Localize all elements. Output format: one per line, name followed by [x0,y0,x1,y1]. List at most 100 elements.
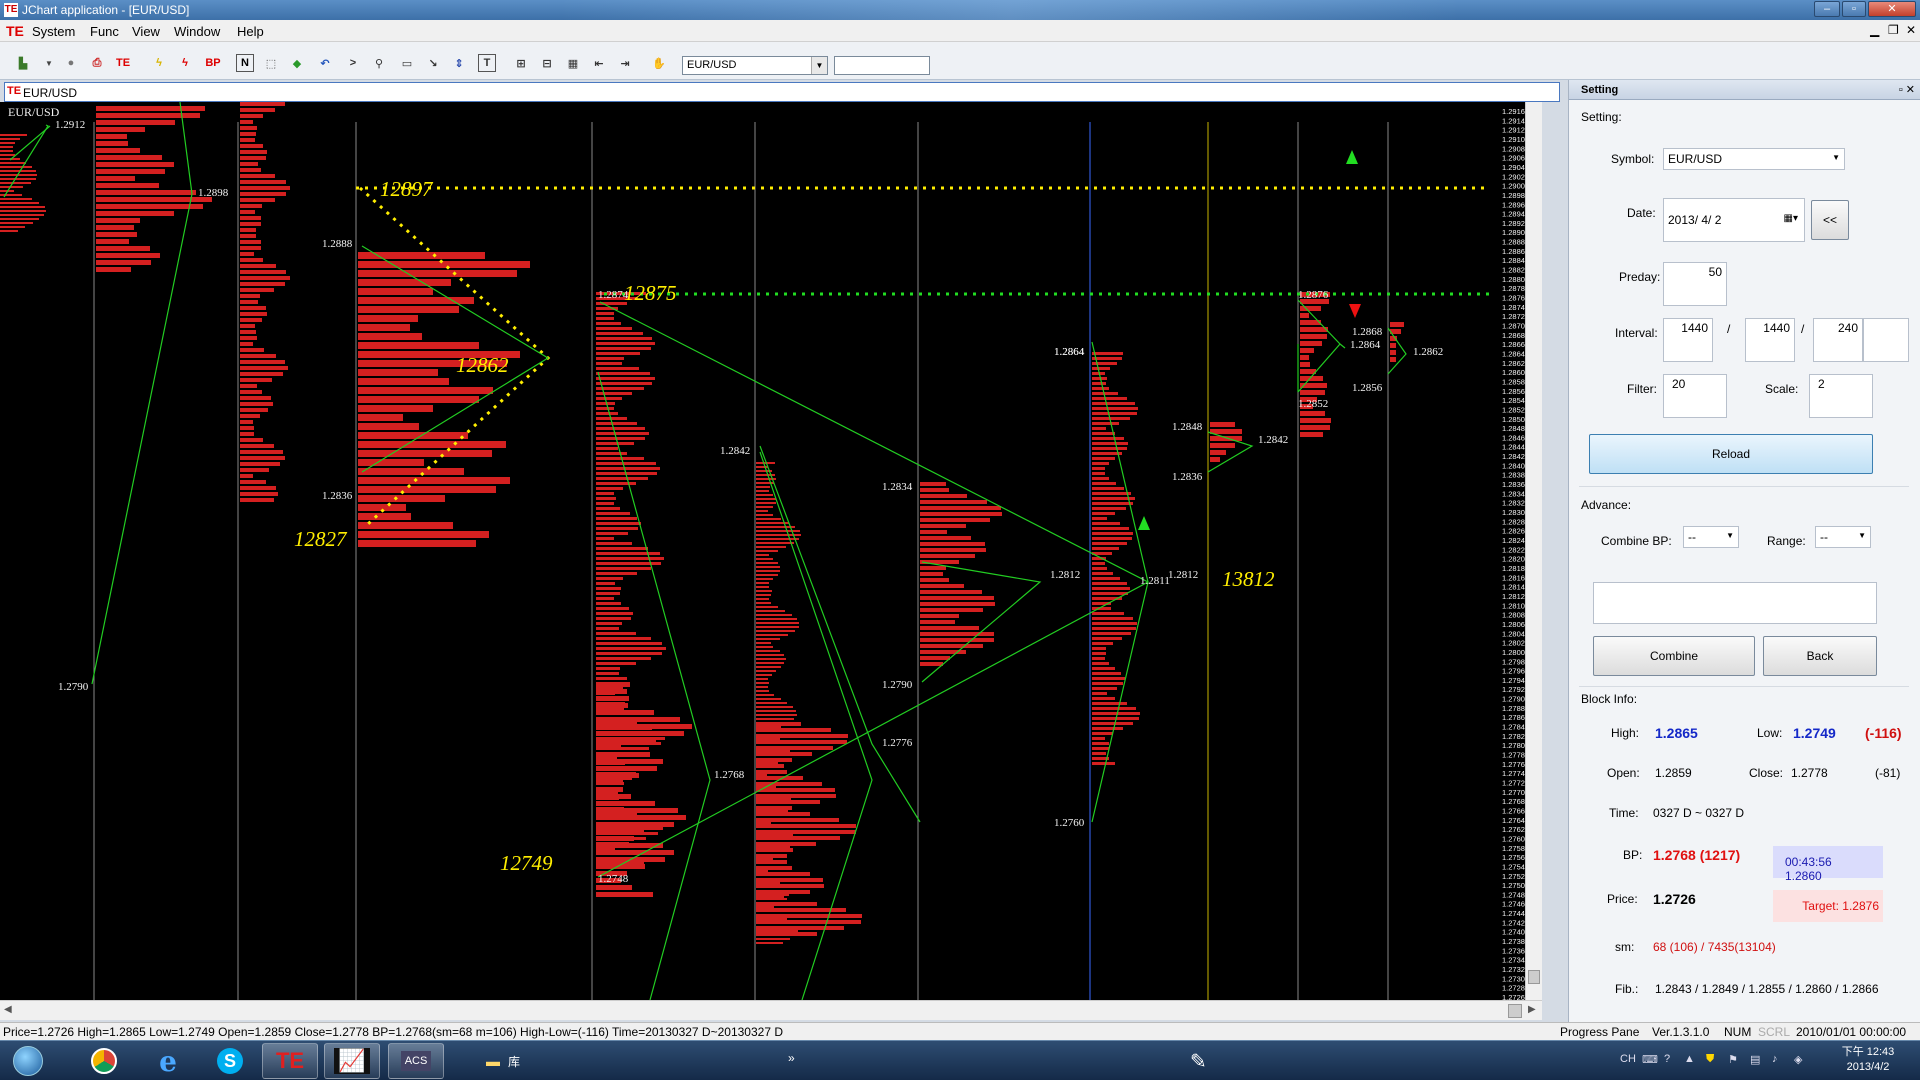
volume-icon[interactable]: ♪ [1772,1053,1778,1065]
menu-window[interactable]: Window [174,24,220,39]
tpo-profile-row [240,408,268,412]
combine-bp-select[interactable]: -- ▼ [1683,526,1739,548]
scale-input[interactable]: 2 [1809,374,1873,418]
axis-tick-label: 1.2754 [1502,862,1525,871]
cube-icon[interactable]: ◆ [288,54,306,72]
menu-system[interactable]: System [32,24,75,39]
mdi-app-icon[interactable]: TE [6,23,24,39]
menu-func[interactable]: Func [90,24,119,39]
menu-view[interactable]: View [132,24,160,39]
vertical-scrollbar[interactable] [1525,102,1542,1000]
taskbar-acs-app[interactable]: ACS [388,1043,444,1079]
taskbar-ie[interactable]: e [140,1043,196,1079]
flag-icon[interactable]: ⚑ [1728,1053,1738,1066]
combine-button[interactable]: Combine [1593,636,1755,676]
te-logo-icon[interactable]: TE [114,54,132,72]
bp-icon[interactable]: BP [202,54,224,72]
maximize-button[interactable]: ▫ [1842,1,1866,17]
scroll-left-icon[interactable]: ⇤ [590,54,608,72]
trendline-icon[interactable]: ↘ [424,54,442,72]
menu-help[interactable]: Help [237,24,264,39]
scroll-right-icon[interactable]: ⇥ [616,54,634,72]
interval-1-input[interactable]: 1440 [1663,318,1713,362]
minus-icon[interactable]: ⊟ [538,54,556,72]
tpo-profile-row [596,780,623,785]
lightning-yellow-icon[interactable]: ϟ [150,54,168,72]
symbol-select[interactable]: EUR/USD ▼ [682,56,828,75]
document-icon: TE [7,85,22,97]
filter-input[interactable]: 20 [1663,374,1727,418]
hand-icon[interactable]: ✋ [650,54,668,72]
scroll-left-arrow-icon[interactable]: ◀ [4,1004,12,1015]
tpo-profile-row [1092,642,1113,645]
panel-pin-close-icon[interactable]: ▫ ✕ [1899,83,1915,96]
library-toolbar-label[interactable]: 库 [508,1053,520,1070]
mdi-restore-icon[interactable]: ❐ [1888,23,1899,37]
toolbar-expand-icon[interactable]: » [788,1051,795,1065]
mdi-minimize-icon[interactable]: ▁ [1870,23,1879,37]
dropdown-arrow-icon[interactable]: ▼ [40,54,58,72]
axis-tick-label: 1.2866 [1502,340,1525,349]
taskbar-jchart-app[interactable]: TE [262,1043,318,1079]
help-icon[interactable]: ? [1664,1053,1670,1065]
taskbar-chart-app[interactable]: 📈 [324,1043,380,1079]
combine-input[interactable] [1593,582,1877,624]
minimize-button[interactable]: – [1814,1,1840,17]
taskbar-chrome[interactable] [76,1043,132,1079]
symbol-combo[interactable]: EUR/USD ▼ [1663,148,1845,170]
interval-3-input[interactable]: 240 [1813,318,1863,362]
tpo-chart[interactable]: EUR/USD 1.2912 1.2898 1.2790 1.2888 1.2836 1.… [0,102,1525,1000]
date-picker[interactable]: 2013/ 4/ 2 ▦▾ [1663,198,1805,242]
prev-date-button[interactable]: << [1811,200,1849,240]
secondary-input[interactable] [834,56,930,75]
mdi-close-icon[interactable]: ✕ [1906,23,1916,37]
interval-2-input[interactable]: 1440 [1745,318,1795,362]
shield-icon[interactable]: ⛊ [1706,1053,1714,1066]
plus-icon[interactable]: ⊞ [512,54,530,72]
filter-label: Filter: [1627,382,1657,396]
tpo-profile-row [1092,567,1107,570]
axis-tick-label: 1.2870 [1502,322,1525,331]
undo-icon[interactable]: ↶ [316,54,334,72]
start-button[interactable] [4,1043,52,1079]
axis-tick-label: 1.2786 [1502,713,1525,722]
ime-indicator[interactable]: CH [1620,1053,1636,1065]
interval-4-input[interactable] [1863,318,1909,362]
vertical-scroll-thumb[interactable] [1528,970,1540,984]
tray-expand-icon[interactable]: ▲ [1684,1053,1695,1065]
network-icon[interactable]: ▤ [1750,1053,1760,1066]
preday-input[interactable]: 50 [1663,262,1727,306]
text-tool-icon[interactable]: T [478,54,496,72]
arrow-updown-icon[interactable]: ⇕ [450,54,468,72]
n-tool-icon[interactable]: N [236,54,254,72]
clock[interactable]: 下午 12:43 2013/4/2 [1820,1045,1916,1075]
lightning-red-icon[interactable]: ϟ [176,54,194,72]
grid-icon[interactable]: ▦ [564,54,582,72]
bar-chart-icon[interactable]: ▙ [14,54,32,72]
keyboard-icon[interactable]: ⌨ [1642,1053,1658,1066]
cursor-select-icon[interactable]: ⬚ [262,54,280,72]
reload-button[interactable]: Reload [1589,434,1873,474]
hline-icon[interactable]: ▭ [398,54,416,72]
back-button[interactable]: Back [1763,636,1877,676]
scroll-right-arrow-icon[interactable]: ▶ [1528,1004,1536,1015]
tray-extra-icon[interactable]: ◈ [1794,1053,1802,1066]
calendar-icon[interactable]: ▦▾ [1784,213,1798,224]
folder-icon[interactable]: ▬ [486,1053,500,1069]
tpo-profile-row [1092,577,1120,580]
range-select[interactable]: -- ▼ [1815,526,1871,548]
tpo-profile-row [596,422,637,425]
horizontal-scrollbar[interactable]: ◀ ▶ [0,1000,1542,1020]
document-tab[interactable]: TE EUR/USD [4,82,1560,102]
axis-tick-label: 1.2856 [1502,387,1525,396]
taskbar-skype[interactable]: S [202,1043,258,1079]
zoom-icon[interactable]: ⚲ [370,54,388,72]
horizontal-scroll-thumb[interactable] [1508,1004,1522,1018]
axis-tick-label: 1.2908 [1502,144,1525,153]
record-icon[interactable]: ● [62,54,80,72]
close-button[interactable]: ✕ [1868,1,1916,17]
tpo-profile-row [596,467,660,470]
print-icon[interactable]: ⎙ [88,54,106,72]
next-icon[interactable]: > [344,54,362,72]
pen-icon[interactable]: ✎ [1190,1049,1207,1074]
